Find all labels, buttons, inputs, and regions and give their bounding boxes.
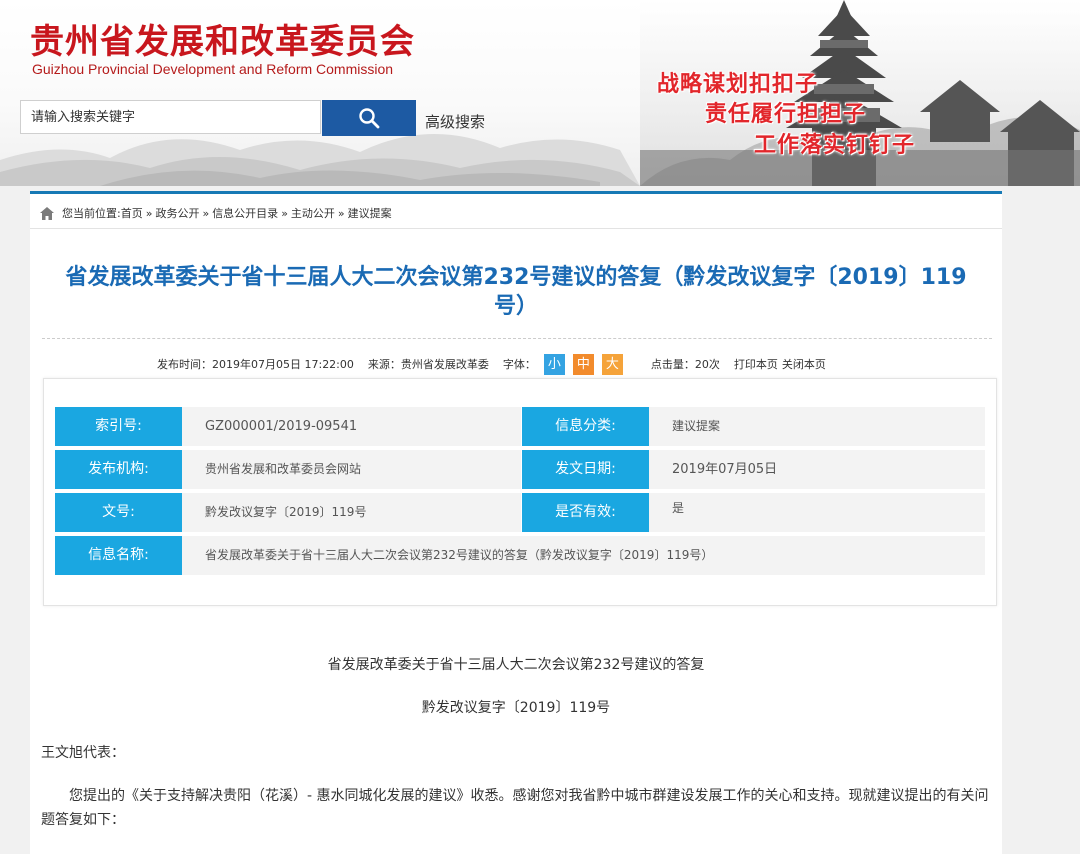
breadcrumb-prefix: 您当前位置:: [62, 207, 121, 220]
search-input[interactable]: [20, 100, 321, 134]
index-value: GZ000001/2019-09541: [182, 407, 521, 446]
slogan-line-2: 责任履行担担子: [705, 101, 867, 127]
article-meta: 发布时间： 2019年07月05日 17:22:00 来源： 贵州省发展改革委 …: [157, 352, 826, 376]
breadcrumb-government-affairs[interactable]: 政务公开: [155, 205, 199, 221]
publish-time: 2019年07月05日 17:22:00: [212, 358, 354, 371]
content-panel: 您当前位置: 首页 » 政务公开 » 信息公开目录 » 主动公开 » 建议提案 …: [30, 191, 1002, 854]
publisher-value: 贵州省发展和改革委员会网站: [182, 450, 521, 489]
close-page-link[interactable]: 关闭本页: [782, 356, 826, 372]
date-label: 发文日期:: [522, 450, 649, 489]
source: 贵州省发展改革委: [400, 358, 489, 371]
publisher-label: 发布机构:: [55, 450, 182, 489]
document-number: 黔发改议复字〔2019〕119号: [421, 700, 611, 716]
site-title-chinese: 贵州省发展和改革委员会: [30, 22, 415, 62]
document-info-table: 索引号: GZ000001/2019-09541 信息分类: 建议提案 发布机构…: [43, 378, 997, 606]
body-paragraph: 您提出的《关于支持解决贵阳（花溪）- 惠水同城化发展的建议》收悉。感谢您对我省黔…: [41, 788, 989, 828]
info-name-label: 信息名称:: [55, 536, 182, 575]
breadcrumb-active-disclosure[interactable]: 主动公开: [291, 205, 335, 221]
breadcrumb-separator: »: [145, 206, 153, 220]
font-small-button[interactable]: 小: [543, 353, 565, 375]
breadcrumb-separator: »: [281, 206, 288, 220]
document-heading: 省发展改革委关于省十三届人大二次会议第232号建议的答复: [327, 657, 705, 673]
title-divider: [42, 338, 992, 339]
doc-number-label: 文号:: [55, 493, 182, 532]
site-title-english: Guizhou Provincial Development and Refor…: [32, 61, 394, 77]
breadcrumb-proposals[interactable]: 建议提案: [348, 205, 392, 221]
advanced-search-link[interactable]: 高级搜索: [425, 111, 485, 132]
breadcrumb-separator: »: [202, 206, 210, 220]
index-label: 索引号:: [55, 407, 182, 446]
breadcrumb-home[interactable]: 首页: [121, 205, 143, 221]
category-label: 信息分类:: [522, 407, 649, 446]
date-value: 2019年07月05日: [649, 450, 985, 489]
slogan-line-1: 战略谋划扣扣子: [657, 71, 819, 97]
click-count-label: 点击量：: [650, 358, 695, 371]
doc-number-value: 黔发改议复字〔2019〕119号: [182, 493, 521, 532]
slogan-line-3: 工作落实钉钉子: [754, 132, 916, 158]
category-value: 建议提案: [649, 407, 985, 446]
breadcrumb-separator: »: [337, 206, 345, 220]
click-count: 20次: [694, 358, 720, 371]
article-title: 省发展改革委关于省十三届人大二次会议第232号建议的答复（黔发改议复字〔2019…: [65, 265, 967, 319]
site-header: 贵州省发展和改革委员会 Guizhou Provincial Developme…: [0, 0, 1080, 186]
breadcrumb-info-catalog[interactable]: 信息公开目录: [212, 205, 278, 221]
print-page-link[interactable]: 打印本页: [734, 356, 778, 372]
source-label: 来源：: [367, 358, 401, 371]
breadcrumb-divider: [30, 228, 1002, 229]
home-icon: [40, 206, 54, 220]
breadcrumb: 您当前位置: 首页 » 政务公开 » 信息公开目录 » 主动公开 » 建议提案: [40, 203, 392, 223]
salutation: 王文旭代表：: [41, 745, 125, 761]
valid-label: 是否有效:: [522, 493, 649, 532]
publish-time-label: 发布时间：: [157, 358, 212, 371]
info-name-value: 省发展改革委关于省十三届人大二次会议第232号建议的答复（黔发改议复字〔2019…: [182, 536, 985, 575]
font-size-label: 字体：: [502, 358, 536, 371]
font-medium-button[interactable]: 中: [572, 353, 594, 375]
font-large-button[interactable]: 大: [601, 353, 623, 375]
valid-value: 是: [649, 493, 985, 532]
search-button[interactable]: [322, 100, 416, 136]
search-icon: [359, 108, 380, 129]
